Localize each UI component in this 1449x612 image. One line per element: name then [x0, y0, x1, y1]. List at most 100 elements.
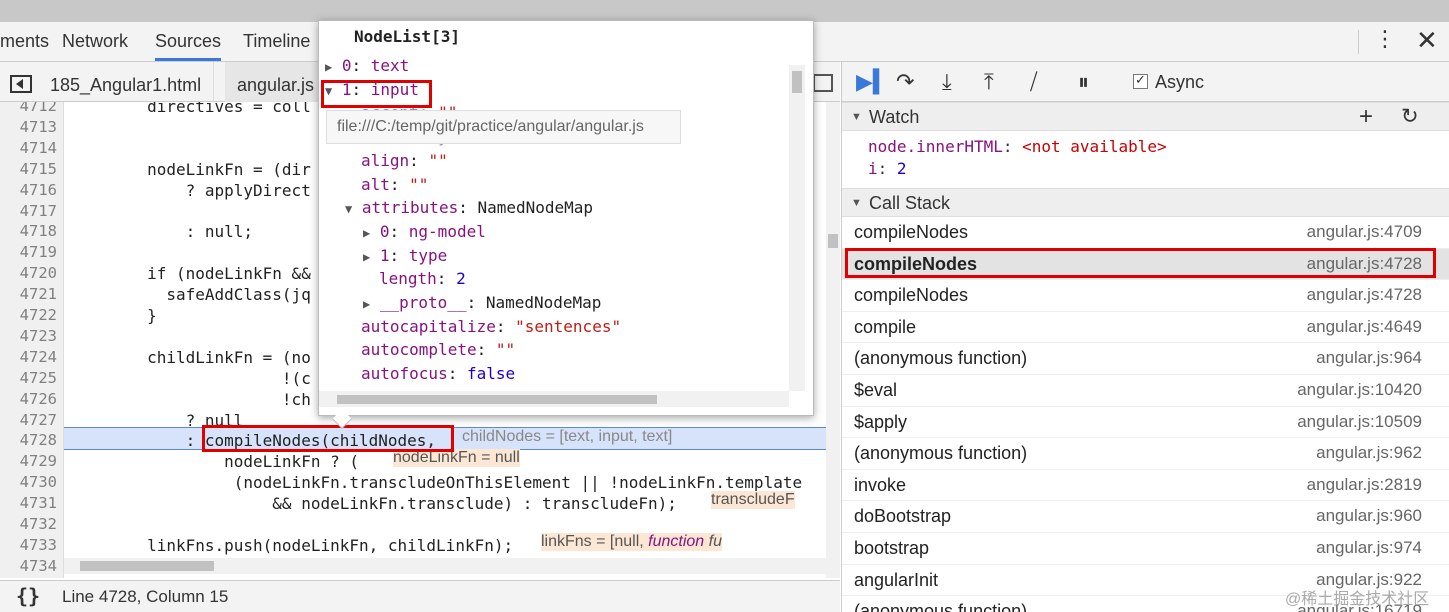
collapsed-triangle-icon[interactable]: ▶	[363, 250, 370, 264]
line-number[interactable]: 4731	[2, 494, 57, 512]
add-icon[interactable]: +	[1359, 103, 1373, 131]
callstack-frame[interactable]: (anonymous function) angular.js:964	[842, 343, 1449, 375]
tree-row[interactable]: autofocus: false	[361, 364, 515, 383]
file-tab-angular[interactable]: angular.js	[225, 62, 328, 102]
line-number[interactable]: 4724	[2, 348, 57, 366]
toggle-debugger-icon[interactable]	[813, 74, 833, 92]
resume-icon[interactable]: ▶▍	[856, 69, 890, 95]
tree-row[interactable]: autocomplete: ""	[361, 340, 515, 359]
toggle-navigator-icon[interactable]	[10, 75, 32, 93]
line-number[interactable]: 4732	[2, 515, 57, 533]
watch-item[interactable]: i: 2	[868, 159, 907, 178]
line-number[interactable]: 4721	[2, 285, 57, 303]
watch-section-header[interactable]: ▼ Watch + ↻	[842, 102, 1449, 131]
tab-timeline[interactable]: Timeline	[243, 31, 310, 52]
tab-sources[interactable]: Sources	[155, 31, 222, 61]
step-into-icon[interactable]: ⤓	[942, 69, 952, 95]
tree-row[interactable]: length: 2	[379, 269, 466, 288]
frame-location[interactable]: angular.js:10420	[1297, 380, 1422, 400]
editor-vertical-scrollbar[interactable]	[826, 102, 840, 578]
callstack-frame[interactable]: compileNodes angular.js:4728	[842, 248, 1449, 281]
callstack-frame[interactable]: invoke angular.js:2819	[842, 470, 1449, 502]
line-number[interactable]: 4726	[2, 390, 57, 408]
callstack-frame[interactable]: compileNodes angular.js:4728	[842, 280, 1449, 312]
editor-hscroll-thumb[interactable]	[80, 561, 214, 571]
tree-row[interactable]: ▶ 0: text	[325, 56, 409, 75]
callstack-frame[interactable]: $eval angular.js:10420	[842, 375, 1449, 407]
callstack-section-header[interactable]: ▼ Call Stack	[842, 188, 1449, 217]
line-number[interactable]: 4718	[2, 222, 57, 240]
async-checkbox[interactable]	[1133, 72, 1148, 89]
popover-vertical-scrollbar[interactable]	[789, 65, 805, 391]
line-number[interactable]: 4719	[2, 243, 57, 261]
tree-row[interactable]: ▶ 1: type	[363, 246, 447, 265]
popover-hscroll-thumb[interactable]	[337, 395, 657, 404]
collapsed-triangle-icon[interactable]: ▶	[325, 60, 332, 74]
tree-row[interactable]: autocapitalize: "sentences"	[361, 317, 621, 336]
line-number[interactable]: 4715	[2, 160, 57, 178]
frame-location[interactable]: angular.js:4728	[1307, 254, 1422, 274]
line-number[interactable]: 4727	[2, 411, 57, 429]
frame-location[interactable]: angular.js:10509	[1297, 412, 1422, 432]
line-number[interactable]: 4734	[2, 557, 57, 575]
close-icon[interactable]: ✕	[1416, 25, 1438, 56]
tree-row[interactable]: alt: ""	[361, 175, 428, 194]
line-number[interactable]: 4729	[2, 452, 57, 470]
frame-location[interactable]: angular.js:964	[1316, 348, 1422, 368]
line-number[interactable]: 4723	[2, 327, 57, 345]
frame-location[interactable]: angular.js:4728	[1307, 285, 1422, 305]
line-number[interactable]: 4716	[2, 181, 57, 199]
tab-elements[interactable]: ments	[0, 31, 49, 52]
object-inspector-popover[interactable]: NodeList[3] ▶ 0: text▼ 1: inputaccept: "…	[318, 20, 814, 416]
step-out-icon[interactable]: ⤒	[984, 69, 994, 95]
frame-location[interactable]: angular.js:2819	[1307, 475, 1422, 495]
deactivate-breakpoints-icon[interactable]: ⧸	[1030, 69, 1037, 95]
inline-value-transcludefn: transcludeF	[711, 491, 795, 509]
callstack-frame[interactable]: $apply angular.js:10509	[842, 407, 1449, 439]
line-number[interactable]: 4713	[2, 118, 57, 136]
expanded-triangle-icon[interactable]: ▼	[345, 202, 352, 216]
line-number[interactable]: 4714	[2, 139, 57, 157]
editor-scroll-thumb[interactable]	[828, 234, 838, 248]
line-number[interactable]: 4725	[2, 369, 57, 387]
property-key: align	[361, 150, 410, 170]
tree-row[interactable]: ▶ __proto__: NamedNodeMap	[363, 293, 601, 312]
collapse-triangle-icon: ▼	[851, 111, 862, 123]
more-vert-icon[interactable]: ⋮	[1374, 26, 1396, 52]
line-number[interactable]: 4730	[2, 473, 57, 491]
callstack-frame[interactable]: compile angular.js:4649	[842, 312, 1449, 344]
file-path-tooltip: file:///C:/temp/git/practice/angular/ang…	[326, 110, 681, 144]
line-number[interactable]: 4712	[2, 102, 57, 115]
callstack-frame[interactable]: bootstrap angular.js:974	[842, 533, 1449, 565]
callstack-frame[interactable]: compileNodes angular.js:4709	[842, 217, 1449, 249]
pause-on-exceptions-icon[interactable]: ⏸	[1078, 69, 1089, 95]
line-number[interactable]: 4720	[2, 264, 57, 282]
frame-location[interactable]: angular.js:4649	[1307, 317, 1422, 337]
file-tab-html[interactable]: 185_Angular1.html	[38, 62, 215, 102]
pretty-print-button[interactable]: {}	[16, 584, 40, 608]
watch-item[interactable]: node.innerHTML: <not available>	[868, 137, 1167, 156]
frame-location[interactable]: angular.js:960	[1316, 506, 1422, 526]
tree-row[interactable]: ▼ 1: input	[325, 80, 419, 99]
tree-row[interactable]: align: ""	[361, 151, 448, 170]
tab-network[interactable]: Network	[62, 31, 128, 52]
line-number[interactable]: 4728	[2, 431, 57, 449]
frame-location[interactable]: angular.js:974	[1316, 538, 1422, 558]
tree-row[interactable]: ▼ attributes: NamedNodeMap	[345, 198, 593, 217]
callstack-frame[interactable]: doBootstrap angular.js:960	[842, 501, 1449, 533]
step-over-icon[interactable]: ↷	[896, 69, 914, 95]
code-line: ? null	[70, 410, 244, 430]
property-separator: :	[389, 221, 409, 241]
line-number[interactable]: 4717	[2, 202, 57, 220]
callstack-frame[interactable]: (anonymous function) angular.js:962	[842, 438, 1449, 470]
frame-location[interactable]: angular.js:4709	[1307, 222, 1422, 242]
collapsed-triangle-icon[interactable]: ▶	[363, 226, 370, 240]
line-number[interactable]: 4722	[2, 306, 57, 324]
popover-scroll-thumb[interactable]	[792, 71, 802, 93]
expanded-triangle-icon[interactable]: ▼	[325, 84, 332, 98]
refresh-icon[interactable]: ↻	[1401, 104, 1419, 129]
collapsed-triangle-icon[interactable]: ▶	[363, 297, 370, 311]
line-number[interactable]: 4733	[2, 536, 57, 554]
tree-row[interactable]: ▶ 0: ng-model	[363, 222, 486, 241]
frame-location[interactable]: angular.js:962	[1316, 443, 1422, 463]
